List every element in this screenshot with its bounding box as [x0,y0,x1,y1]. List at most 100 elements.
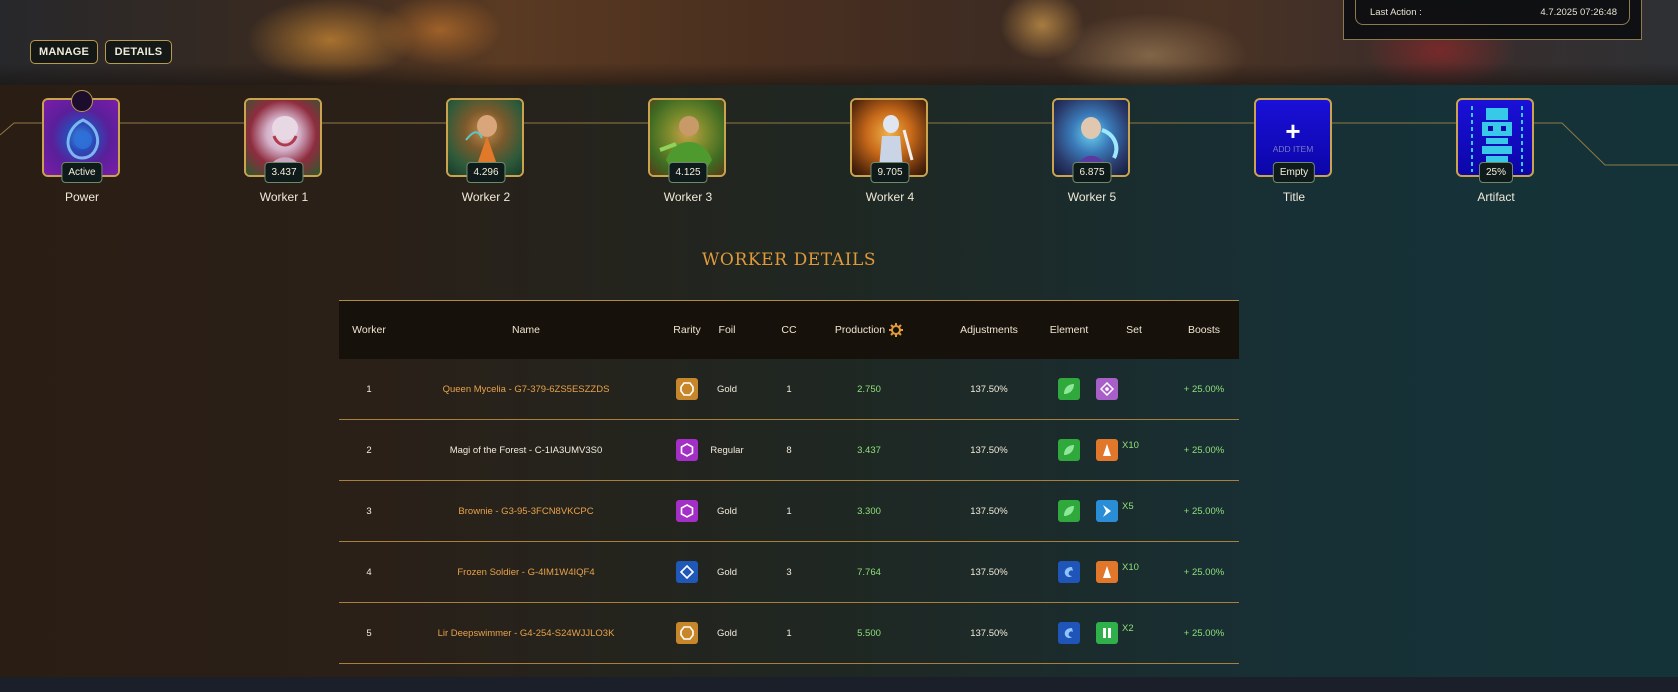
slot-badge: 9.705 [870,162,910,183]
set-count: X2 [1122,622,1134,634]
slot-worker-2[interactable]: 4.296 Worker 2 [446,98,526,204]
earth-leaf-icon [1058,378,1080,400]
cell-rarity [667,481,707,541]
col-header-rarity[interactable]: Rarity [667,301,707,359]
water-wave-icon [1058,561,1080,583]
slot-badge: 6.875 [1072,162,1112,183]
cell-element [1039,481,1099,541]
slot-badge: Active [61,162,103,183]
earth-leaf-icon [1058,500,1080,522]
cell-name-link[interactable]: Lir Deepswimmer - G4-254-S24WJJLO3K [421,603,631,663]
earth-leaf-icon [1058,439,1080,461]
details-button[interactable]: DETAILS [105,40,172,64]
slot-title[interactable]: + ADD ITEM Empty Title [1254,98,1334,204]
cell-boosts: + 25.00% [1183,566,1225,578]
table-row[interactable]: 1 Queen Mycelia - G7-379-6ZS5ESZZDS Gold… [339,359,1239,420]
last-action-row: Last Action : 4.7.2025 07:26:48 [1355,0,1630,25]
cell-name-link[interactable]: Queen Mycelia - G7-379-6ZS5ESZZDS [421,359,631,419]
cell-element [1039,542,1099,602]
last-action-label: Last Action : [1370,7,1422,18]
production-gear-icon [889,323,904,337]
last-action-value: 4.7.2025 07:26:48 [1540,7,1617,18]
rarity-epic-icon [676,439,698,461]
add-item-label: ADD ITEM [1272,144,1314,154]
footer-strip [0,677,1678,692]
cell-rarity [667,542,707,602]
set-spire-icon [1096,561,1118,583]
slot-badge: 3.437 [264,162,304,183]
cell-production: 7.764 [857,566,881,578]
slot-worker-3[interactable]: 4.125 Worker 3 [648,98,728,204]
cell-foil: Gold [716,383,738,395]
table-row[interactable]: 5 Lir Deepswimmer - G4-254-S24WJJLO3K Go… [339,603,1239,664]
cell-production: 5.500 [857,627,881,639]
cell-element [1039,603,1099,663]
set-count: X10 [1122,439,1139,451]
slot-label: Artifact [1477,190,1515,204]
cell-production: 2.750 [857,383,881,395]
table-row[interactable]: 3 Brownie - G3-95-3FCN8VKCPC Gold 1 3.30… [339,481,1239,542]
cell-name-link[interactable]: Frozen Soldier - G-4IM1W4IQF4 [421,542,631,602]
cell-set: X10 [1096,542,1139,602]
cell-boosts: + 25.00% [1183,383,1225,395]
slot-power[interactable]: Active Power [42,90,122,204]
rarity-legendary-icon [676,378,698,400]
cell-rarity [667,603,707,663]
cell-name-link[interactable]: Magi of the Forest - C-1IA3UMV3S0 [421,420,631,480]
col-header-adjustments[interactable]: Adjustments [939,301,1039,359]
cell-worker: 5 [366,627,372,639]
slot-worker-5[interactable]: 6.875 Worker 5 [1052,98,1132,204]
rarity-legendary-icon [676,622,698,644]
worker-details-table: Worker Name Rarity Foil CC Production Ad… [339,300,1239,664]
col-header-element[interactable]: Element [1039,301,1099,359]
cell-cc: 3 [786,566,792,578]
power-orb [71,90,93,112]
set-diamond-icon [1096,378,1118,400]
slot-badge: 25% [1478,162,1514,183]
set-pillars-icon [1096,622,1118,644]
cell-worker: 3 [366,505,372,517]
cell-worker: 1 [366,383,372,395]
cell-rarity [667,420,707,480]
cell-cc: 1 [786,383,792,395]
col-header-cc[interactable]: CC [779,301,799,359]
slot-label: Worker 4 [865,190,915,204]
slot-artifact[interactable]: 25% Artifact [1456,98,1536,204]
col-header-set[interactable]: Set [1109,301,1159,359]
cell-element [1039,359,1099,419]
col-header-production[interactable]: Production [819,301,919,359]
cell-boosts: + 25.00% [1183,444,1225,456]
slot-label: Title [1282,190,1306,204]
slot-worker-1[interactable]: 3.437 Worker 1 [244,98,324,204]
cell-adjustments: 137.50% [970,627,1008,639]
col-header-name[interactable]: Name [421,301,631,359]
col-header-worker[interactable]: Worker [339,301,399,359]
slot-badge: 4.296 [466,162,506,183]
col-header-foil[interactable]: Foil [702,301,752,359]
cell-foil: Gold [716,627,738,639]
set-count: X5 [1122,500,1134,512]
water-wave-icon [1058,622,1080,644]
col-header-boosts[interactable]: Boosts [1169,301,1239,359]
slot-label: Worker 1 [259,190,309,204]
cell-foil: Regular [710,444,744,456]
table-row[interactable]: 4 Frozen Soldier - G-4IM1W4IQF4 Gold 3 7… [339,542,1239,603]
cell-worker: 4 [366,566,372,578]
table-row[interactable]: 2 Magi of the Forest - C-1IA3UMV3S0 Regu… [339,420,1239,481]
set-bolt-icon [1096,500,1118,522]
slot-badge: 4.125 [668,162,708,183]
cell-adjustments: 137.50% [970,444,1008,456]
cell-set: X5 [1096,481,1134,541]
rarity-rare-icon [676,561,698,583]
slot-worker-4[interactable]: 9.705 Worker 4 [850,98,930,204]
cell-set: X2 [1096,603,1134,663]
manage-button[interactable]: MANAGE [30,40,98,64]
page-title: WORKER DETAILS [701,250,877,270]
slot-label: Power [64,190,100,204]
cell-set [1096,359,1118,419]
set-spire-icon [1096,439,1118,461]
cell-element [1039,420,1099,480]
cell-name-link[interactable]: Brownie - G3-95-3FCN8VKCPC [421,481,631,541]
cell-boosts: + 25.00% [1183,505,1225,517]
slot-label: Worker 2 [461,190,511,204]
